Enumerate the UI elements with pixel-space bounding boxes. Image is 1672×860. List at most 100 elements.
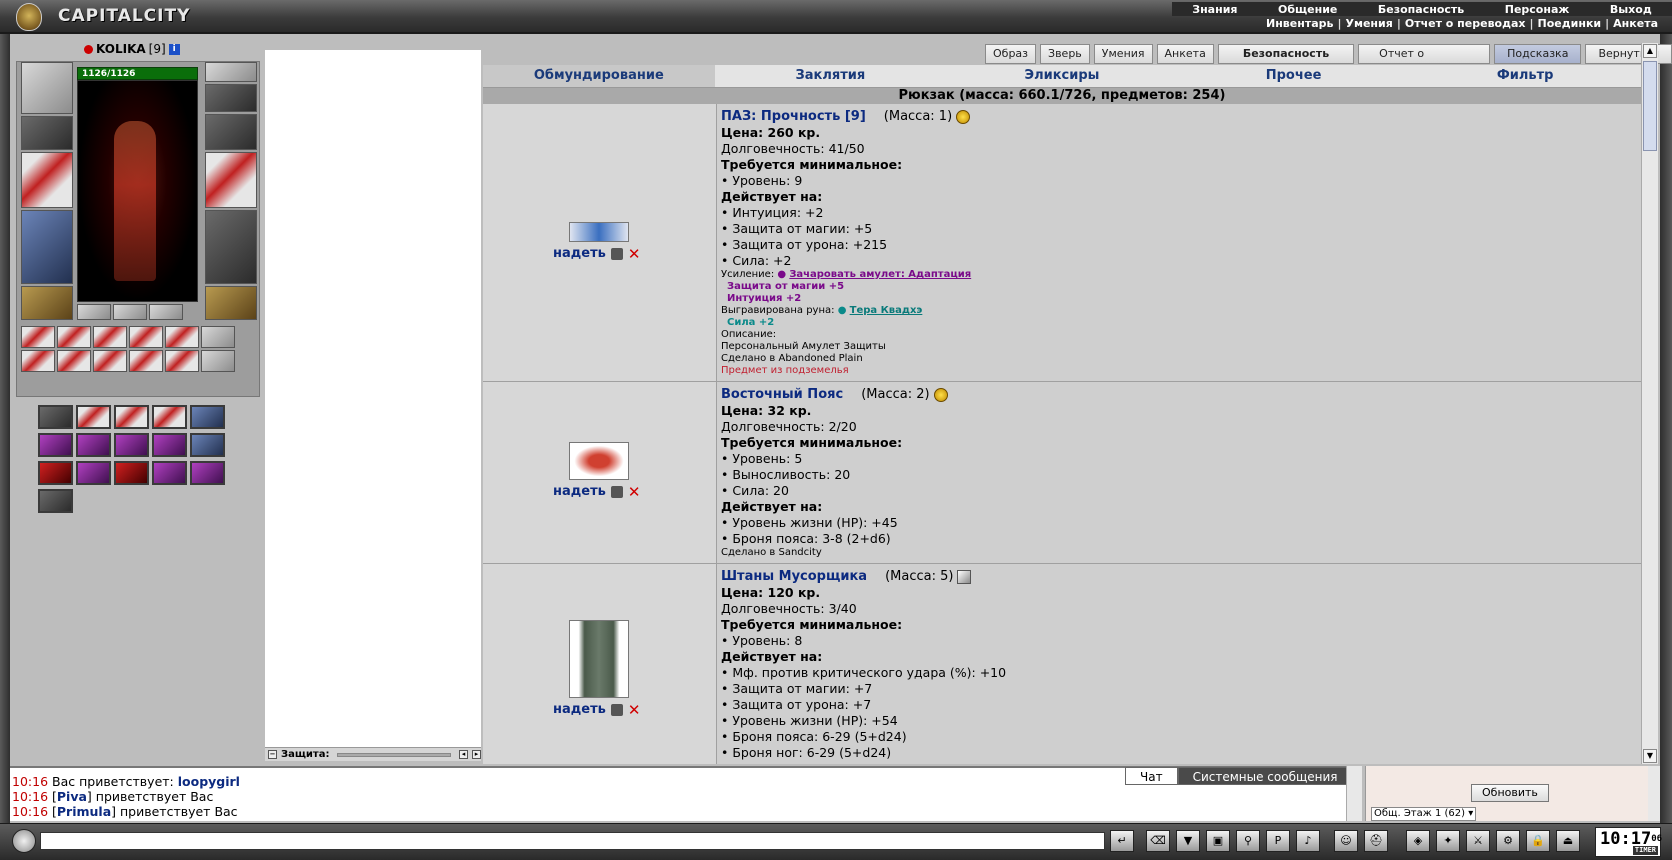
skill-13[interactable]	[114, 461, 149, 485]
skill-16[interactable]	[38, 489, 73, 513]
menu-character[interactable]: Персонаж	[1505, 3, 1570, 16]
skill-8[interactable]	[114, 433, 149, 457]
map-icon[interactable]: ✦	[1436, 830, 1460, 852]
quick-slot-2[interactable]	[57, 326, 91, 348]
wear-icon[interactable]	[610, 703, 623, 716]
wear-icon[interactable]	[610, 485, 623, 498]
defense-prev-button[interactable]: ◂	[459, 750, 468, 759]
quick-slot-4[interactable]	[129, 326, 163, 348]
save-icon[interactable]: ▣	[1206, 830, 1230, 852]
item-name[interactable]: Штаны Мусорщика	[721, 568, 867, 585]
scroll-thumb[interactable]	[1643, 61, 1657, 151]
chat-nick[interactable]: loopygirl	[178, 774, 240, 789]
wear-link[interactable]: надеть	[553, 246, 606, 261]
helmet-slot[interactable]	[21, 62, 73, 114]
weapon-right-slot[interactable]	[205, 152, 257, 208]
skill-10[interactable]	[190, 433, 225, 457]
look-button[interactable]: Образ	[985, 44, 1037, 64]
skill-15[interactable]	[190, 461, 225, 485]
tab-system-messages[interactable]: Системные сообщения	[1177, 767, 1353, 785]
lock-icon[interactable]: 🔒	[1526, 830, 1550, 852]
helmet-icon[interactable]: ⛑	[1364, 830, 1388, 852]
quick-slot-8[interactable]	[57, 350, 91, 372]
submenu-transfers[interactable]: Отчет о переводах	[1405, 17, 1526, 30]
delete-icon[interactable]: ✕	[628, 484, 641, 499]
tab-spells[interactable]: Заклятия	[715, 65, 947, 87]
belt-slot[interactable]	[21, 286, 73, 320]
item-name[interactable]: Восточный Пояс	[721, 386, 843, 403]
boots-slot[interactable]	[205, 286, 257, 320]
tab-equipment[interactable]: Обмундирование	[483, 65, 715, 87]
defense-collapse-button[interactable]: −	[268, 750, 277, 759]
scroll-up-button[interactable]: ▲	[1643, 44, 1657, 58]
quick-slot-5[interactable]	[165, 326, 199, 348]
bag-icon[interactable]: ◈	[1406, 830, 1430, 852]
transfers-button[interactable]: Отчет о переводах	[1358, 44, 1491, 78]
skill-4[interactable]	[152, 405, 187, 429]
inventory-scrollbar[interactable]: ▲ ▼	[1641, 43, 1658, 764]
quick-slot-11[interactable]	[165, 350, 199, 372]
return-button[interactable]: Вернуться	[1585, 44, 1672, 64]
chat-mode-button[interactable]	[12, 829, 36, 853]
chat-nick[interactable]: Primula	[57, 804, 111, 819]
info-icon[interactable]: i	[168, 43, 180, 55]
menu-knowledge[interactable]: Знания	[1192, 3, 1237, 16]
delete-icon[interactable]: ✕	[628, 246, 641, 261]
hint-button[interactable]: Подсказка	[1494, 44, 1582, 64]
skill-12[interactable]	[76, 461, 111, 485]
skill-1[interactable]	[38, 405, 73, 429]
room-scrollbar[interactable]	[1648, 766, 1660, 821]
skill-2[interactable]	[76, 405, 111, 429]
skill-3[interactable]	[114, 405, 149, 429]
menu-exit[interactable]: Выход	[1610, 3, 1652, 16]
defense-slider[interactable]	[337, 752, 451, 757]
armor-slot[interactable]	[21, 210, 73, 284]
chat-scrollbar[interactable]	[1346, 766, 1362, 821]
quick-slot-6[interactable]	[201, 326, 235, 348]
send-icon[interactable]: ↵	[1110, 830, 1134, 852]
quick-slot-1[interactable]	[21, 326, 55, 348]
sound-icon[interactable]: ♪	[1296, 830, 1320, 852]
rune-link[interactable]: Тера Квадхэ	[850, 305, 923, 316]
chat-input[interactable]	[40, 832, 1105, 850]
tab-chat[interactable]: Чат	[1125, 767, 1178, 785]
skills-button[interactable]: Умения	[1093, 44, 1153, 64]
pet-button[interactable]: Зверь	[1040, 44, 1090, 64]
belt-item-slot-5[interactable]	[113, 304, 147, 320]
refresh-button[interactable]: Обновить	[1471, 784, 1549, 802]
tab-other[interactable]: Прочее	[1178, 65, 1410, 87]
gloves-slot[interactable]	[205, 114, 257, 150]
skill-6[interactable]	[38, 433, 73, 457]
skill-9[interactable]	[152, 433, 187, 457]
skill-5[interactable]	[190, 405, 225, 429]
quick-slot-7[interactable]	[21, 350, 55, 372]
private-icon[interactable]: P	[1266, 830, 1290, 852]
quick-slot-9[interactable]	[93, 350, 127, 372]
settings-icon[interactable]: ⚙	[1496, 830, 1520, 852]
delete-icon[interactable]: ✕	[628, 702, 641, 717]
walk-icon[interactable]: ⚲	[1236, 830, 1260, 852]
wear-link[interactable]: надеть	[553, 702, 606, 717]
rune-slot-2[interactable]	[205, 84, 257, 112]
submenu-inventory[interactable]: Инвентарь	[1266, 17, 1333, 30]
skill-14[interactable]	[152, 461, 187, 485]
menu-security[interactable]: Безопасность	[1378, 3, 1464, 16]
rune-slot-1[interactable]	[205, 62, 257, 82]
belt-item-slot-6[interactable]	[149, 304, 183, 320]
bracers-slot[interactable]	[21, 116, 73, 150]
tab-filter[interactable]: Фильтр	[1409, 65, 1641, 87]
tab-elixirs[interactable]: Эликсиры	[946, 65, 1178, 87]
enhance-link[interactable]: Зачаровать амулет: Адаптация	[789, 269, 971, 280]
smiley-icon[interactable]: ☺	[1334, 830, 1358, 852]
pants-slot[interactable]	[205, 210, 257, 284]
timer-button[interactable]: TIMER	[1632, 846, 1658, 855]
character-avatar[interactable]	[77, 80, 198, 302]
weapon-left-slot[interactable]	[21, 152, 73, 208]
clear-icon[interactable]: ⌫	[1146, 830, 1170, 852]
quick-slot-10[interactable]	[129, 350, 163, 372]
skill-11[interactable]	[38, 461, 73, 485]
submenu-skills[interactable]: Умения	[1346, 17, 1393, 30]
belt-item-slot-4[interactable]	[77, 304, 111, 320]
quick-slot-3[interactable]	[93, 326, 127, 348]
submenu-fights[interactable]: Поединки	[1538, 17, 1602, 30]
